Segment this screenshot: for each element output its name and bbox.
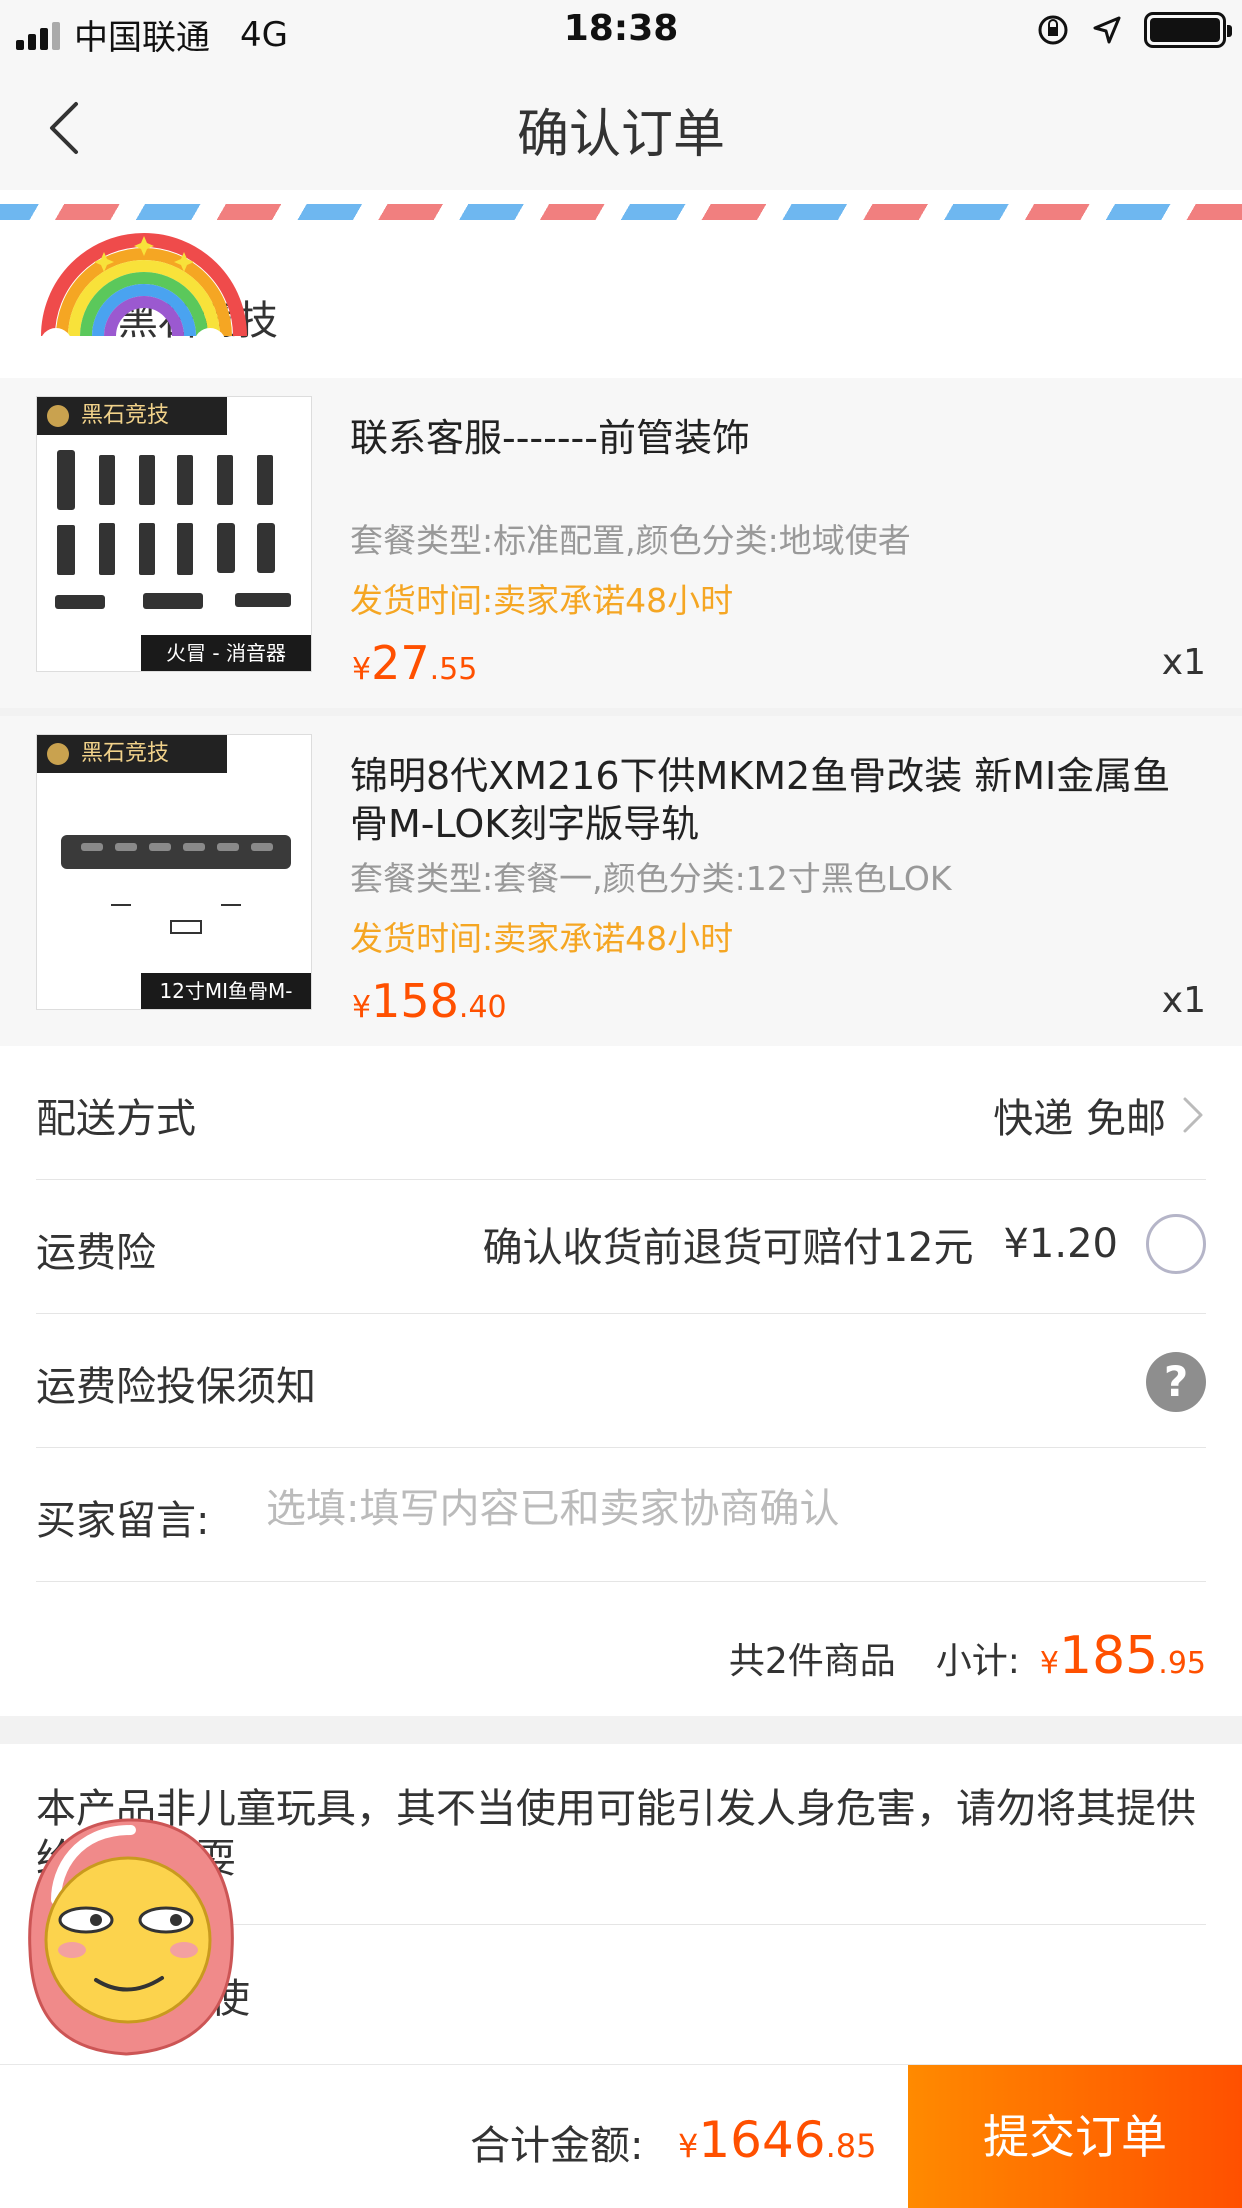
page-title: 确认订单 [516, 105, 725, 165]
insurance-value-group: 确认收货前退货可赔付12元 ¥1.20 [483, 1214, 1206, 1274]
product-thumbnail[interactable]: 黑石竞技 火冒 - 消音器 [36, 396, 312, 672]
buyer-message-row: 买家留言: [36, 1448, 1206, 1582]
item-sku: 套餐类型:标准配置,颜色分类:地域使者 [350, 521, 911, 560]
item-price-int: 27 [371, 636, 430, 690]
rainbow-sticker-icon [34, 233, 247, 364]
thumb-caption: 火冒 - 消音器 [141, 635, 311, 671]
subtotal-price-dec: .95 [1158, 1646, 1206, 1681]
shop-header[interactable]: 黑石竞技 [0, 233, 1242, 378]
order-item[interactable]: 黑石竞技 12寸MI鱼骨M-LOK 锦明8代XM216下供MKM2鱼骨改装 新M… [0, 716, 1242, 1046]
item-price: ¥158.40 [352, 974, 507, 1028]
insurance-radio[interactable] [1146, 1214, 1206, 1274]
item-quantity: x1 [1161, 642, 1206, 683]
chevron-right-icon [1183, 1097, 1203, 1133]
rail-product-icon [61, 835, 291, 934]
subtotal-currency: ¥ [1039, 1646, 1060, 1681]
flash-hider-product-icon [55, 450, 291, 609]
item-ship-time: 发货时间:卖家承诺48小时 [350, 919, 734, 958]
insurance-desc: 确认收货前退货可赔付12元 [482, 1225, 974, 1271]
item-title: 联系客服-------前管装饰 [350, 416, 750, 460]
status-bar: 中国联通 4G 18:38 [0, 0, 1242, 62]
buyer-message-input[interactable] [266, 1486, 1166, 1532]
product-thumbnail[interactable]: 黑石竞技 12寸MI鱼骨M-LOK [36, 734, 312, 1010]
order-options: 配送方式 快递 免邮 运费险 确认收货前退货可赔付12元 ¥1.20 运费险投保… [0, 1046, 1242, 1716]
subtotal: 共2件商品 小计: ¥185.95 [729, 1626, 1206, 1686]
delivery-label: 配送方式 [36, 1096, 196, 1142]
brand-logo-icon [47, 743, 69, 765]
item-price-currency: ¥ [352, 652, 372, 687]
battery-icon [1144, 12, 1232, 48]
subtotal-price: ¥185.95 [1040, 1626, 1206, 1686]
help-icon[interactable]: ? [1146, 1352, 1206, 1412]
location-arrow-icon [1093, 16, 1121, 44]
insurance-notice-label: 运费险投保须知 [36, 1364, 316, 1410]
delivery-value: 快递 免邮 [993, 1096, 1166, 1142]
insurance-notice-row[interactable]: 运费险投保须知 ? [36, 1314, 1206, 1448]
status-right [1036, 12, 1232, 48]
subtotal-row: 共2件商品 小计: ¥185.95 [36, 1582, 1206, 1716]
total-label: 合计金额: [470, 2123, 644, 2169]
total-price: ¥1646.85 [678, 2111, 877, 2169]
insurance-notice-help[interactable]: ? [1146, 1352, 1206, 1412]
item-price-dec: .55 [429, 652, 478, 687]
subtotal-count: 共2件商品 [728, 1641, 896, 1682]
insurance-price: ¥1.20 [1003, 1221, 1118, 1267]
item-price-currency: ¥ [352, 990, 372, 1025]
nav-bar: 确认订单 [0, 62, 1242, 190]
item-ship-time: 发货时间:卖家承诺48小时 [350, 581, 734, 620]
delivery-row[interactable]: 配送方式 快递 免邮 [36, 1046, 1206, 1180]
orientation-lock-icon [1038, 15, 1068, 45]
total-price-int: 1646 [698, 2111, 826, 2169]
item-quantity: x1 [1161, 980, 1206, 1021]
bottom-bar: 合计金额: ¥1646.85 提交订单 [0, 2064, 1242, 2208]
delivery-value-group: 快递 免邮 [993, 1086, 1206, 1144]
submit-order-button[interactable]: 提交订单 [908, 2065, 1242, 2208]
order-item[interactable]: 黑石竞技 火冒 - 消音器 联系客服-------前管装饰 套餐类型:标准配置,… [0, 378, 1242, 708]
insurance-row[interactable]: 运费险 确认收货前退货可赔付12元 ¥1.20 [36, 1180, 1206, 1314]
thumb-caption: 12寸MI鱼骨M-LOK [141, 973, 311, 1009]
item-title: 锦明8代XM216下供MKM2鱼骨改装 新MI金属鱼骨M-LOK刻字版导轨 [350, 754, 1171, 846]
item-price: ¥27.55 [352, 636, 477, 690]
total-currency: ¥ [678, 2127, 699, 2165]
emoji-sticker-icon [28, 1818, 234, 2056]
subtotal-price-int: 185 [1059, 1626, 1159, 1686]
item-price-int: 158 [371, 974, 459, 1028]
brand-logo-icon [47, 405, 69, 427]
subtotal-label: 小计: [935, 1641, 1020, 1682]
item-price-dec: .40 [458, 990, 507, 1025]
total-price-dec: .85 [825, 2127, 877, 2165]
buyer-message-label: 买家留言: [36, 1498, 210, 1544]
insurance-label: 运费险 [36, 1230, 156, 1276]
item-sku: 套餐类型:套餐一,颜色分类:12寸黑色LOK [350, 859, 952, 898]
